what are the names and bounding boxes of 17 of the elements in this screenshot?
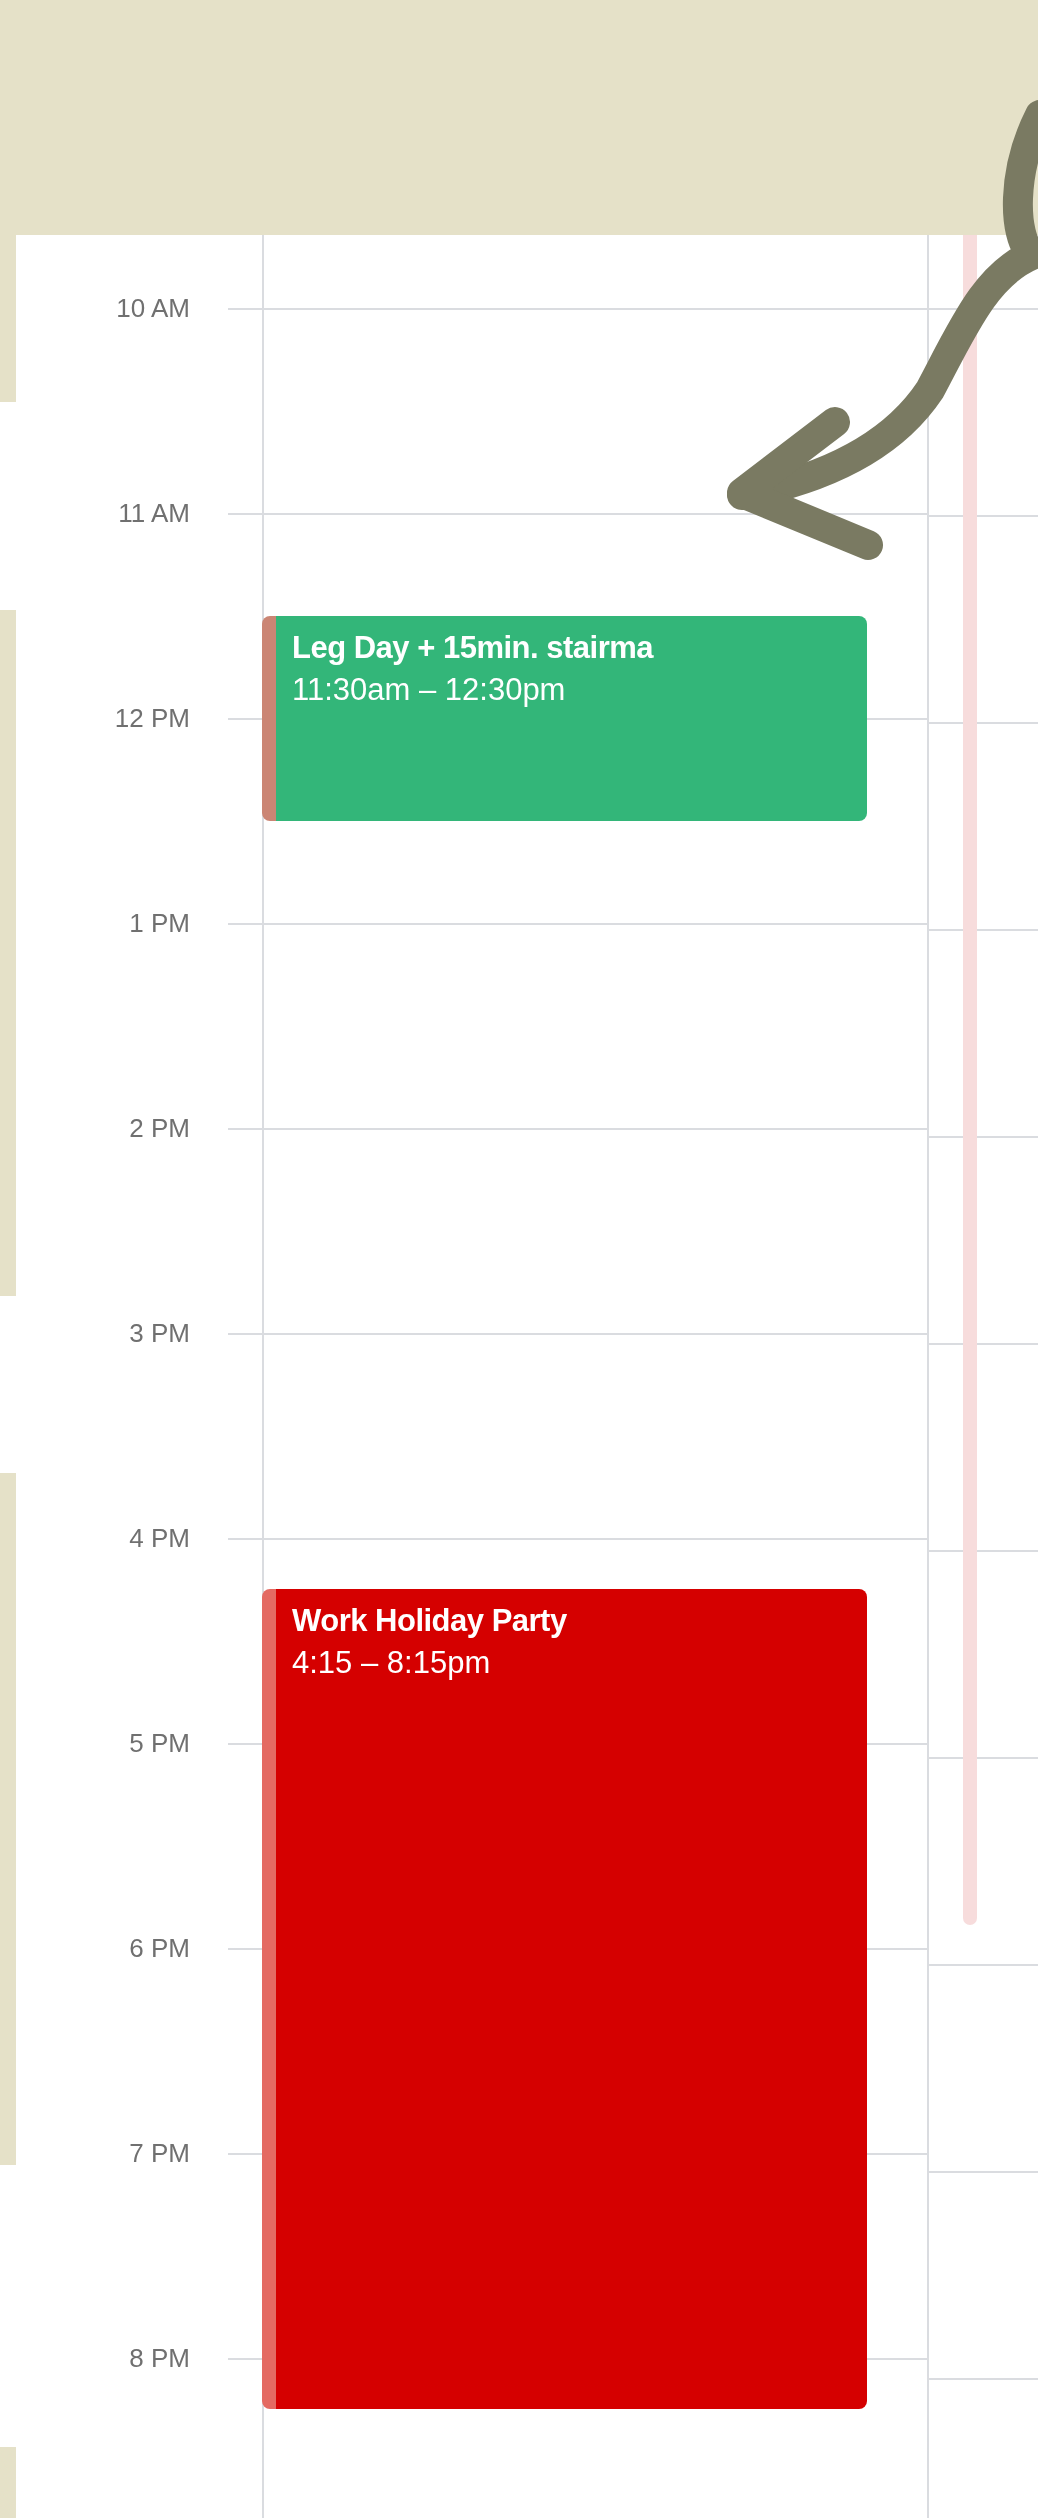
time-label: 12 PM (113, 703, 190, 733)
time-label: 3 PM (128, 1318, 190, 1348)
time-label: 8 PM (128, 2343, 190, 2373)
time-label: 6 PM (128, 1933, 190, 1963)
event-time: 4:15 – 8:15pm (292, 1645, 492, 1682)
time-label: 10 AM (115, 293, 190, 323)
event-time: 11:30am – 12:30pm (292, 671, 567, 708)
time-label: 11 AM (117, 498, 190, 528)
decor-strip (0, 2447, 16, 2518)
event-card[interactable]: Work Holiday Party 4:15 – 8:15pm (262, 1589, 867, 2410)
time-label: 4 PM (128, 1523, 190, 1553)
time-label: 2 PM (128, 1113, 190, 1143)
time-label: 5 PM (128, 1728, 190, 1758)
event-title: Leg Day + 15min. stairma (292, 629, 655, 666)
time-label: 7 PM (128, 2138, 190, 2168)
time-label: 1 PM (128, 908, 190, 938)
event-title: Work Holiday Party (292, 1603, 568, 1640)
